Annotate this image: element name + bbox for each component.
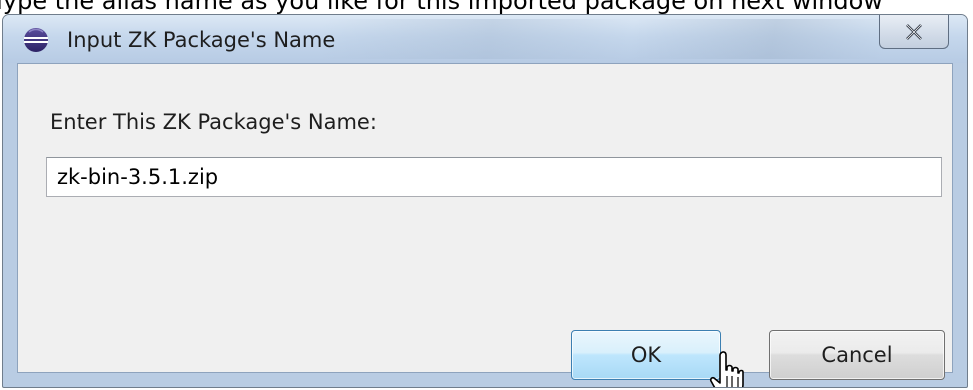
input-package-name-dialog: Input ZK Package's Name Enter This ZK Pa… — [2, 14, 968, 388]
dialog-content-area: Enter This ZK Package's Name: OK Cancel — [17, 63, 953, 387]
mouse-pointer-icon — [709, 351, 744, 387]
cancel-button[interactable]: Cancel — [769, 330, 945, 380]
package-name-label: Enter This ZK Package's Name: — [50, 110, 377, 134]
title-bar-glass-effect — [323, 19, 883, 59]
dialog-title: Input ZK Package's Name — [67, 28, 336, 52]
package-name-input[interactable] — [46, 157, 942, 197]
eclipse-icon — [24, 28, 48, 52]
close-button[interactable] — [879, 15, 949, 49]
ok-button[interactable]: OK — [571, 330, 721, 380]
close-icon — [906, 23, 922, 40]
dialog-title-bar[interactable]: Input ZK Package's Name — [3, 15, 967, 63]
